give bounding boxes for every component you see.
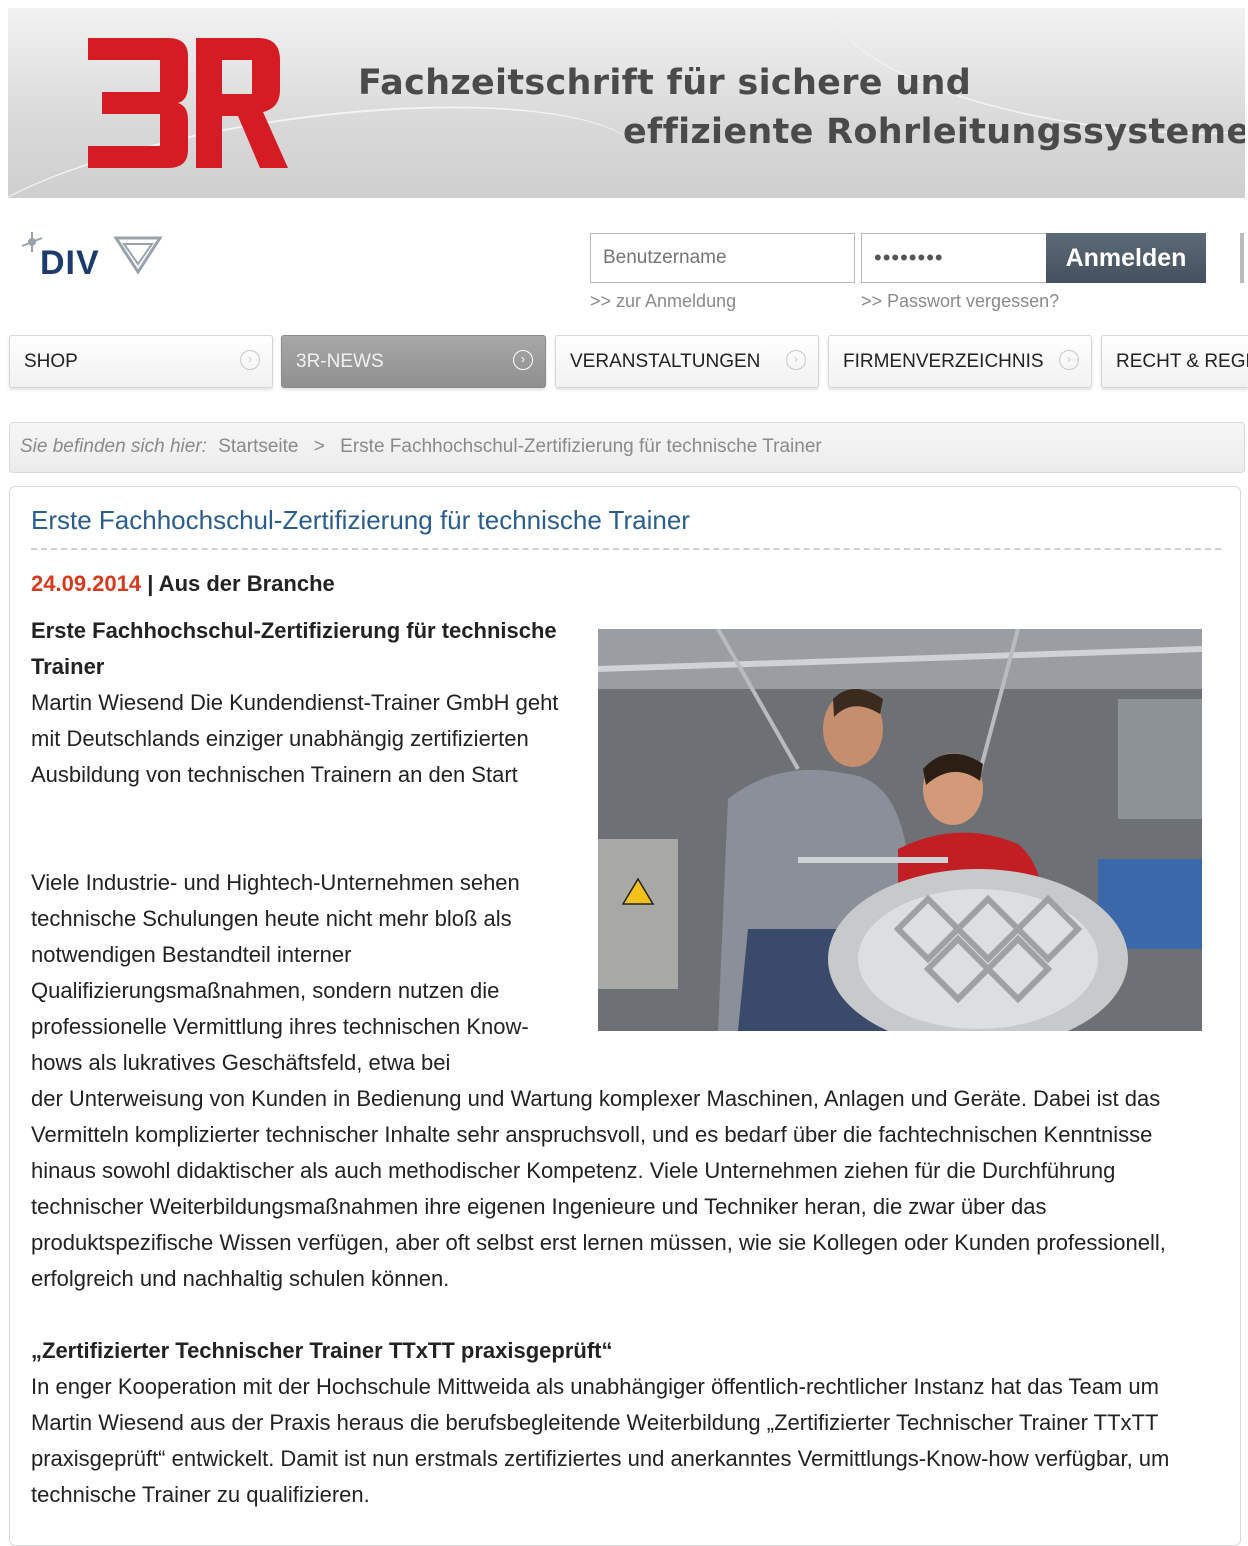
- edge-element: [1240, 233, 1244, 283]
- chevron-right-icon: ›: [240, 350, 260, 370]
- article-meta: 24.09.2014 | Aus der Branche: [31, 571, 335, 597]
- breadcrumb-current: Erste Fachhochschul-Zertifizierung für t…: [340, 436, 822, 457]
- article-body-last: In enger Kooperation mit der Hochschule …: [31, 1374, 1170, 1507]
- password-input[interactable]: [861, 233, 1047, 283]
- workshop-photo-illustration: [598, 629, 1202, 1031]
- nav-tab-label: RECHT & REGELWERK: [1116, 351, 1248, 372]
- article-photo: [598, 629, 1202, 1031]
- chevron-right-icon: ›: [786, 350, 806, 370]
- article-category: | Aus der Branche: [147, 571, 335, 596]
- article-subheading: „Zertifizierter Technischer Trainer TTxT…: [31, 1338, 613, 1363]
- nav-tab-3r-news[interactable]: 3R-NEWS ›: [281, 335, 546, 388]
- article-container: Erste Fachhochschul-Zertifizierung für t…: [9, 486, 1241, 1546]
- chevron-right-icon: ›: [513, 350, 533, 370]
- login-link[interactable]: >> zur Anmeldung: [590, 291, 736, 312]
- nav-tab-label: SHOP: [24, 351, 78, 372]
- article-lead-heading: Erste Fachhochschul-Zertifizierung für t…: [31, 618, 557, 679]
- breadcrumb: Sie befinden sich hier: Startseite > Ers…: [9, 422, 1245, 473]
- forgot-password-link[interactable]: >> Passwort vergessen?: [861, 291, 1059, 312]
- breadcrumb-separator: >: [313, 436, 325, 457]
- article-body-wrapped: Viele Industrie- und Hightech-Unternehme…: [31, 870, 529, 1075]
- username-input[interactable]: [590, 233, 855, 283]
- chevron-right-icon: ›: [1059, 350, 1079, 370]
- login-button[interactable]: Anmelden: [1046, 233, 1206, 283]
- 3r-logo[interactable]: [88, 38, 288, 168]
- nav-tab-firmenverzeichnis[interactable]: FIRMENVERZEICHNIS ›: [828, 335, 1092, 388]
- nav-tab-label: 3R-NEWS: [296, 351, 384, 372]
- breadcrumb-prefix: Sie befinden sich hier:: [20, 436, 207, 457]
- banner-tagline-line1: Fachzeitschrift für sichere und: [358, 63, 972, 103]
- header-banner: Fachzeitschrift für sichere und effizien…: [8, 8, 1245, 198]
- article-title: Erste Fachhochschul-Zertifizierung für t…: [31, 505, 690, 535]
- 3r-logo-mark: [88, 38, 288, 168]
- div-publisher-logo[interactable]: DIV: [18, 230, 168, 290]
- nav-tab-shop[interactable]: SHOP ›: [9, 335, 273, 388]
- div-logo-text: DIV: [40, 244, 100, 282]
- banner-tagline-line2: effiziente Rohrleitungssysteme: [623, 112, 1245, 152]
- article-body: der Unterweisung von Kunden in Bedienung…: [31, 1086, 1166, 1291]
- article-date: 24.09.2014: [31, 571, 142, 596]
- nav-tab-veranstaltungen[interactable]: VERANSTALTUNGEN ›: [555, 335, 819, 388]
- article-lead-text: Martin Wiesend Die Kundendienst-Trainer …: [31, 690, 559, 787]
- nav-tab-recht-regelwerk[interactable]: RECHT & REGELWERK: [1101, 335, 1248, 388]
- nav-tab-label: FIRMENVERZEICHNIS: [843, 351, 1044, 372]
- title-divider: [31, 548, 1221, 550]
- breadcrumb-home-link[interactable]: Startseite: [218, 436, 298, 457]
- nav-tab-label: VERANSTALTUNGEN: [570, 351, 761, 372]
